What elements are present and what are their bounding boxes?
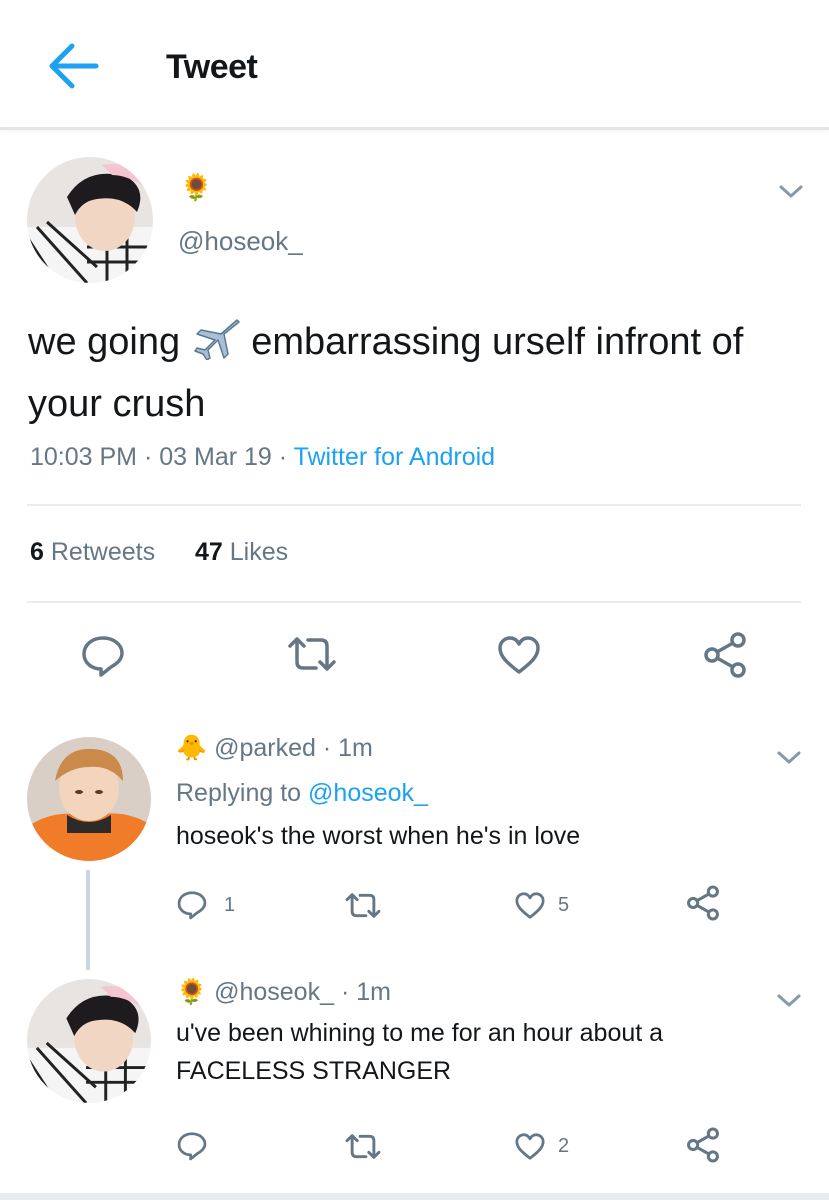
reply-time: 1m <box>356 978 391 1006</box>
airplane-icon <box>191 316 241 376</box>
divider <box>27 504 801 506</box>
reply-avatar[interactable] <box>27 737 151 861</box>
back-arrow-icon[interactable] <box>44 36 104 96</box>
share-button[interactable] <box>700 632 750 678</box>
likes-stat[interactable]: 47 Likes <box>195 538 288 566</box>
retweets-label: Retweets <box>50 538 156 566</box>
reply-handle[interactable]: @hoseok_ <box>214 978 334 1006</box>
reply-icon <box>177 1132 207 1161</box>
reply-time: 1m <box>338 734 373 762</box>
retweet-button[interactable] <box>286 634 338 674</box>
meta-separator: · <box>143 443 160 471</box>
bottom-divider <box>0 1193 829 1200</box>
reply-handle[interactable]: @parked <box>214 734 316 762</box>
reply-separator: · <box>322 734 339 762</box>
chick-icon: 🐥 <box>176 734 208 762</box>
replying-to-mention[interactable]: @hoseok_ <box>308 779 428 807</box>
like-icon <box>515 892 545 919</box>
likes-label: Likes <box>229 538 289 566</box>
reply-header: 🐥 @parked · 1m <box>176 734 373 763</box>
tweet-date: 03 Mar 19 <box>159 443 272 471</box>
retweets-count: 6 <box>30 538 44 566</box>
retweet-icon <box>345 893 381 918</box>
chevron-down-icon[interactable] <box>774 742 804 772</box>
like-button[interactable] <box>514 1132 546 1161</box>
like-count: 5 <box>558 894 570 916</box>
retweet-button[interactable] <box>344 891 382 920</box>
reply-text-line: u've been whining to me for an hour abou… <box>176 1019 664 1047</box>
share-icon <box>687 885 719 921</box>
reply-count: 1 <box>224 894 236 916</box>
like-button[interactable] <box>496 634 542 676</box>
likes-count: 47 <box>194 538 223 566</box>
replying-to: Replying to @hoseok_ <box>176 779 428 808</box>
retweet-icon <box>288 637 336 671</box>
chevron-down-icon[interactable] <box>774 985 804 1015</box>
author-avatar[interactable] <box>27 157 153 283</box>
tweet-time: 10:03 PM <box>30 443 138 471</box>
author-name-emoji: 🌻 <box>180 172 213 202</box>
like-count: 2 <box>558 1135 570 1157</box>
like-icon <box>515 1133 545 1160</box>
reply-button[interactable] <box>176 890 208 920</box>
replying-prefix: Replying to <box>176 779 302 807</box>
top-bar: Tweet <box>0 0 829 130</box>
reply-separator: · <box>340 978 357 1006</box>
share-button[interactable] <box>684 1127 722 1163</box>
meta-separator: · <box>278 443 294 471</box>
tweet-text-start: we going <box>28 321 181 363</box>
retweet-icon <box>345 1134 381 1159</box>
share-button[interactable] <box>684 885 722 921</box>
retweets-stat[interactable]: 6 Retweets <box>30 538 155 566</box>
reply-text-line: FACELESS STRANGER <box>176 1057 452 1085</box>
tweet-meta: 10:03 PM · 03 Mar 19 · Twitter for Andro… <box>30 443 495 472</box>
chevron-down-icon[interactable] <box>776 176 806 206</box>
reply-icon <box>82 636 124 677</box>
like-icon <box>498 636 540 674</box>
divider <box>27 601 801 603</box>
like-button[interactable] <box>514 891 546 920</box>
reply-text: hoseok's the worst when he's in love <box>176 822 581 850</box>
reply-avatar[interactable] <box>27 979 151 1103</box>
sunflower-icon: 🌻 <box>176 978 208 1006</box>
reply-icon <box>177 891 207 920</box>
reply-button[interactable] <box>176 1131 208 1161</box>
tweet-source-link[interactable]: Twitter for Android <box>294 443 495 471</box>
reply-header: 🌻 @hoseok_ · 1m <box>176 978 391 1007</box>
share-icon <box>687 1127 719 1163</box>
share-icon <box>704 632 746 678</box>
retweet-button[interactable] <box>344 1132 382 1161</box>
tweet-stats: 6 Retweets 47 Likes <box>30 538 288 567</box>
tweet-text: we going embarrassing urself infront of … <box>28 314 788 432</box>
page-title: Tweet <box>166 48 258 86</box>
thread-connector <box>86 870 90 970</box>
author-handle[interactable]: @hoseok_ <box>178 226 303 257</box>
reply-button[interactable] <box>80 634 126 678</box>
